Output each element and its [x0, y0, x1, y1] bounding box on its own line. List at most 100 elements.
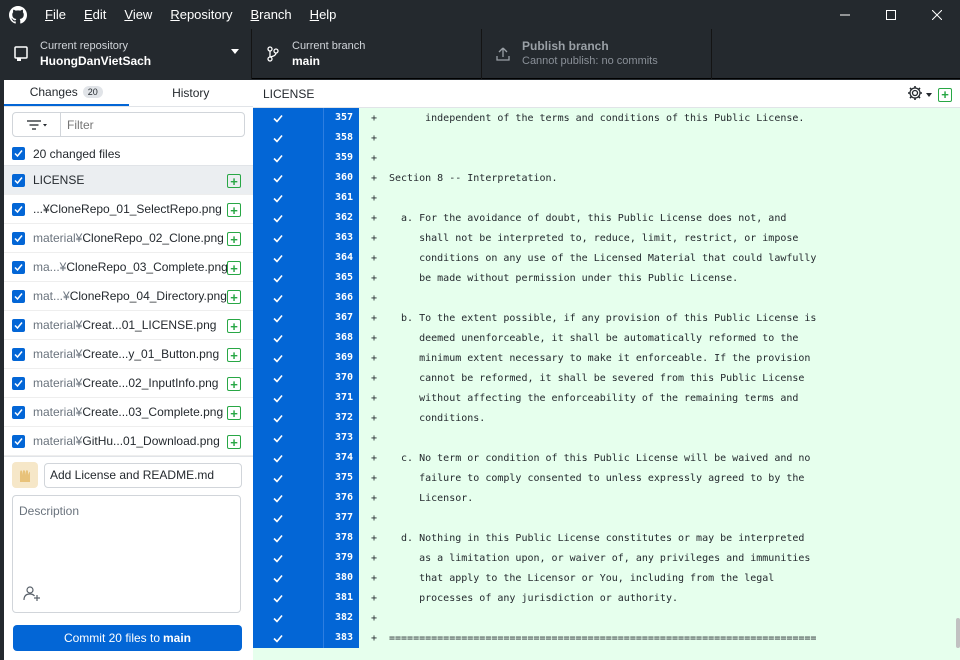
file-row[interactable]: material¥GitHu...01_Download.png +	[4, 427, 253, 456]
file-checkbox[interactable]	[12, 434, 25, 448]
file-checkbox[interactable]	[12, 202, 25, 216]
maximize-icon[interactable]	[868, 0, 914, 29]
diff-line[interactable]: 362 + a. For the avoidance of doubt, this…	[253, 208, 960, 228]
line-include-check-icon[interactable]	[253, 348, 303, 368]
line-include-check-icon[interactable]	[253, 268, 303, 288]
minimize-icon[interactable]	[822, 0, 868, 29]
line-include-check-icon[interactable]	[253, 388, 303, 408]
diff-line[interactable]: 377 +	[253, 508, 960, 528]
add-coauthor-icon[interactable]	[23, 585, 41, 604]
diff-line[interactable]: 373 +	[253, 428, 960, 448]
menu-edit[interactable]: Edit	[75, 0, 115, 29]
line-include-check-icon[interactable]	[253, 548, 303, 568]
commit-button[interactable]: Commit 20 files to main	[13, 625, 242, 651]
diff-line[interactable]: 359 +	[253, 148, 960, 168]
file-row[interactable]: material¥Create...y_01_Button.png +	[4, 340, 253, 369]
diff-line[interactable]: 358 +	[253, 128, 960, 148]
menu-branch[interactable]: Branch	[241, 0, 300, 29]
diff-line[interactable]: 380 + that apply to the Licensor or You, …	[253, 568, 960, 588]
line-include-check-icon[interactable]	[253, 568, 303, 588]
tab-history[interactable]: History	[129, 80, 254, 106]
diff-line[interactable]: 371 + without affecting the enforceabilit…	[253, 388, 960, 408]
diff-line[interactable]: 357 + independent of the terms and condit…	[253, 108, 960, 128]
file-checkbox[interactable]	[12, 231, 25, 245]
line-include-check-icon[interactable]	[253, 208, 303, 228]
file-row[interactable]: ma...¥CloneRepo_03_Complete.png +	[4, 253, 253, 282]
commit-description-field[interactable]: Description	[12, 495, 241, 613]
diff-line[interactable]: 378 + d. Nothing in this Public License c…	[253, 528, 960, 548]
tab-changes[interactable]: Changes 20	[4, 80, 129, 106]
menu-help[interactable]: Help	[301, 0, 346, 29]
line-include-check-icon[interactable]	[253, 288, 303, 308]
diff-line[interactable]: 381 + processes of any jurisdiction or au…	[253, 588, 960, 608]
file-row[interactable]: LICENSE +	[4, 166, 253, 195]
diff-line[interactable]: 372 + conditions.	[253, 408, 960, 428]
file-checkbox[interactable]	[12, 405, 25, 419]
line-include-check-icon[interactable]	[253, 108, 303, 128]
file-checkbox[interactable]	[12, 347, 25, 361]
select-all-checkbox[interactable]	[12, 147, 25, 160]
line-include-check-icon[interactable]	[253, 128, 303, 148]
file-checkbox[interactable]	[12, 289, 25, 303]
diff-line[interactable]: 361 +	[253, 188, 960, 208]
line-include-check-icon[interactable]	[253, 248, 303, 268]
diff-line[interactable]: 367 + b. To the extent possible, if any p…	[253, 308, 960, 328]
diff-line[interactable]: 370 + cannot be reformed, it shall be sev…	[253, 368, 960, 388]
line-include-check-icon[interactable]	[253, 448, 303, 468]
file-checkbox[interactable]	[12, 376, 25, 390]
line-include-check-icon[interactable]	[253, 528, 303, 548]
commit-summary-input[interactable]	[44, 462, 242, 488]
diff-line[interactable]: 368 + deemed unenforceable, it shall be a…	[253, 328, 960, 348]
diff-line[interactable]: 369 + minimum extent necessary to make it…	[253, 348, 960, 368]
line-include-check-icon[interactable]	[253, 508, 303, 528]
line-include-check-icon[interactable]	[253, 308, 303, 328]
publish-branch-button[interactable]: Publish branch Cannot publish: no commit…	[482, 29, 712, 79]
current-repository-button[interactable]: Current repository HuongDanVietSach	[0, 29, 252, 79]
file-checkbox[interactable]	[12, 318, 25, 332]
line-include-check-icon[interactable]	[253, 488, 303, 508]
diff-line[interactable]: 375 + failure to comply consented to unle…	[253, 468, 960, 488]
file-checkbox[interactable]	[12, 260, 25, 274]
file-row[interactable]: mat...¥CloneRepo_04_Directory.png +	[4, 282, 253, 311]
line-include-check-icon[interactable]	[253, 168, 303, 188]
menu-view[interactable]: View	[115, 0, 161, 29]
file-row[interactable]: ...¥CloneRepo_01_SelectRepo.png +	[4, 195, 253, 224]
line-include-check-icon[interactable]	[253, 428, 303, 448]
filter-input[interactable]	[61, 117, 241, 132]
diff-line[interactable]: 365 + be made without permission under th…	[253, 268, 960, 288]
line-include-check-icon[interactable]	[253, 408, 303, 428]
gear-icon[interactable]	[907, 85, 923, 104]
line-include-check-icon[interactable]	[253, 328, 303, 348]
diff-line[interactable]: 366 +	[253, 288, 960, 308]
diff-line[interactable]: 374 + c. No term or condition of this Pub…	[253, 448, 960, 468]
line-include-check-icon[interactable]	[253, 228, 303, 248]
line-include-check-icon[interactable]	[253, 468, 303, 488]
diff-line[interactable]: 364 + conditions on any use of the Licens…	[253, 248, 960, 268]
current-branch-button[interactable]: Current branch main	[252, 29, 482, 79]
line-include-check-icon[interactable]	[253, 188, 303, 208]
diff-line[interactable]: 382 +	[253, 608, 960, 628]
line-include-check-icon[interactable]	[253, 608, 303, 628]
close-icon[interactable]	[914, 0, 960, 29]
file-row[interactable]: material¥Create...03_Complete.png +	[4, 398, 253, 427]
file-row[interactable]: material¥Creat...01_LICENSE.png +	[4, 311, 253, 340]
line-include-check-icon[interactable]	[253, 628, 303, 648]
line-include-check-icon[interactable]	[253, 588, 303, 608]
diff-line[interactable]: 360 + Section 8 -- Interpretation.	[253, 168, 960, 188]
chevron-down-icon[interactable]	[926, 92, 932, 97]
line-include-check-icon[interactable]	[253, 148, 303, 168]
file-row[interactable]: material¥Create...02_InputInfo.png +	[4, 369, 253, 398]
added-file-icon: +	[227, 232, 241, 246]
file-checkbox[interactable]	[12, 173, 25, 187]
diff-line[interactable]: 379 + as a limitation upon, or waiver of,…	[253, 548, 960, 568]
menu-repository[interactable]: Repository	[161, 0, 241, 29]
filter-options-button[interactable]	[13, 113, 61, 136]
diff-line[interactable]: 376 + Licensor.	[253, 488, 960, 508]
scrollbar[interactable]	[956, 618, 960, 648]
line-include-check-icon[interactable]	[253, 368, 303, 388]
file-row[interactable]: material¥CloneRepo_02_Clone.png +	[4, 224, 253, 253]
add-file-icon[interactable]: +	[938, 87, 952, 102]
diff-line[interactable]: 363 + shall not be interpreted to, reduce…	[253, 228, 960, 248]
diff-line[interactable]: 383 + ====================================…	[253, 628, 960, 648]
menu-file[interactable]: File	[36, 0, 75, 29]
